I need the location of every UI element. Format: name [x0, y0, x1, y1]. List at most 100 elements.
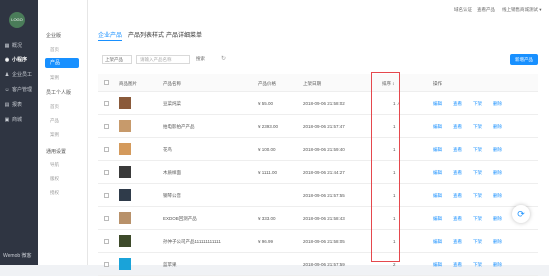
domain-verify-link[interactable]: 域名认证 [454, 7, 472, 13]
delete-button[interactable]: 删除 [493, 193, 502, 199]
staff-icon: ♟ [4, 71, 10, 78]
active-tab-indicator [98, 40, 122, 41]
edit-button[interactable]: 编辑 [433, 170, 442, 176]
sidebar-item-reports[interactable]: ▤ 报表 [4, 101, 22, 109]
product-name: EXDOB回测产品 [163, 216, 197, 221]
subnav-item-products[interactable]: 产品 [45, 58, 79, 68]
subnav-item-navigation[interactable]: 导航 [50, 162, 59, 168]
subnav-group-title: 企业版 [46, 33, 62, 39]
unshelve-button[interactable]: 下架 [473, 170, 482, 176]
view-button[interactable]: 查看 [453, 216, 462, 222]
row-checkbox[interactable] [104, 170, 109, 175]
sidebar-item-overview[interactable]: ▦ 概况 [4, 42, 22, 50]
product-price: ¥ 2393.00 [258, 124, 279, 129]
account-dropdown[interactable]: 线上销售商城测试 ▾ [502, 7, 542, 13]
row-checkbox[interactable] [104, 101, 109, 106]
column-header-name: 产品名称 [163, 81, 181, 86]
product-name: 拍电影拍产产品 [163, 124, 195, 129]
customer-service-float-button[interactable]: ⟳ [512, 205, 530, 223]
delete-button[interactable]: 删除 [493, 170, 502, 176]
search-input[interactable]: 请输入产品名称 [136, 55, 190, 64]
delete-button[interactable]: 删除 [493, 101, 502, 107]
view-button[interactable]: 查看 [453, 193, 462, 199]
subnav-item-cases[interactable]: 案例 [50, 75, 59, 81]
sidebar-item-label: 商城 [12, 117, 23, 123]
view-button[interactable]: 查看 [453, 170, 462, 176]
view-button[interactable]: 查看 [453, 124, 462, 130]
product-name: 蓝苹果 [163, 262, 177, 267]
edit-button[interactable]: 编辑 [433, 147, 442, 153]
delete-button[interactable]: 删除 [493, 216, 502, 222]
tab-product-detail-menu[interactable]: 产品详细菜单 [166, 30, 202, 39]
view-button[interactable]: 查看 [453, 147, 462, 153]
row-checkbox[interactable] [104, 239, 109, 244]
unshelve-button[interactable]: 下架 [473, 239, 482, 245]
customer-icon: ☺ [4, 86, 10, 93]
listing-date: 2018-09-06 21:59:40 [303, 147, 345, 152]
row-checkbox[interactable] [104, 124, 109, 129]
edit-button[interactable]: 编辑 [433, 216, 442, 222]
product-thumbnail [119, 120, 131, 132]
table-row: 木质样面 ¥ 1111.00 2018-09-06 21:44:27 1 编辑 查看 下架删… [98, 161, 538, 184]
status-select[interactable]: 上架产品 [102, 55, 132, 64]
listing-date: 2018-09-06 21:58:02 [303, 101, 345, 106]
product-name: 花鸟 [163, 147, 172, 152]
edit-button[interactable]: 编辑 [433, 193, 442, 199]
refresh-icon[interactable]: ↻ [221, 55, 226, 62]
product-name: 木质样面 [163, 170, 181, 175]
product-price: ¥ 1111.00 [258, 170, 278, 175]
sidebar-item-customers[interactable]: ☺ 客户管理 [4, 86, 33, 94]
table-row: 拍电影拍产产品 ¥ 2393.00 2018-09-06 21:57:47 1 编辑 查看… [98, 115, 538, 138]
add-product-button[interactable]: 新增产品 [510, 54, 538, 65]
product-thumbnail [119, 235, 131, 247]
data-icon: ▤ [4, 101, 10, 108]
edit-button[interactable]: 编辑 [433, 239, 442, 245]
subnav-item-home[interactable]: 首页 [50, 47, 59, 53]
view-products-link[interactable]: 查看产品 [477, 7, 495, 13]
select-all-checkbox[interactable] [104, 80, 109, 85]
sidebar-item-label: 小程序 [12, 57, 28, 63]
delete-button[interactable]: 删除 [493, 147, 502, 153]
edit-button[interactable]: 编辑 [433, 262, 442, 268]
delete-button[interactable]: 删除 [493, 262, 502, 268]
shop-icon: ▣ [4, 116, 10, 123]
subnav-item-copyright[interactable]: 版权 [50, 176, 59, 182]
row-checkbox[interactable] [104, 193, 109, 198]
table-row: 钢琴公音 2018-09-06 21:57:55 1 编辑 查看 下架 删除 [98, 184, 538, 207]
row-checkbox[interactable] [104, 216, 109, 221]
product-name: 孙仲子公司产品111111111111 [163, 239, 221, 244]
brand-footer: Wemob 微客 [3, 253, 32, 259]
edit-button[interactable]: 编辑 [433, 124, 442, 130]
view-button[interactable]: 查看 [453, 101, 462, 107]
subnav-item-home[interactable]: 首页 [50, 104, 59, 110]
delete-button[interactable]: 删除 [493, 124, 502, 130]
sidebar-item-miniprogram[interactable]: ◉ 小程序 [4, 56, 28, 64]
tab-enterprise-products[interactable]: 企业产品 [98, 30, 122, 39]
chart-icon: ▦ [4, 42, 10, 49]
search-button[interactable]: 搜索 [196, 56, 205, 62]
subnav-item-authorize[interactable]: 授权 [50, 190, 59, 196]
unshelve-button[interactable]: 下架 [473, 147, 482, 153]
sub-navigation: 企业版 首页 产品 案例 员工个人版 首页 产品 案例 通用设置 导航 版权 授… [38, 0, 88, 265]
view-button[interactable]: 查看 [453, 239, 462, 245]
unshelve-button[interactable]: 下架 [473, 124, 482, 130]
subnav-group-title: 员工个人版 [46, 90, 72, 96]
sidebar-item-staff[interactable]: ♟ 企业员工 [4, 71, 32, 79]
unshelve-button[interactable]: 下架 [473, 193, 482, 199]
view-button[interactable]: 查看 [453, 262, 462, 268]
edit-button[interactable]: 编辑 [433, 101, 442, 107]
unshelve-button[interactable]: 下架 [473, 262, 482, 268]
unshelve-button[interactable]: 下架 [473, 216, 482, 222]
subnav-group-title: 通用设置 [46, 149, 67, 155]
product-price: ¥ 100.00 [258, 147, 276, 152]
subnav-item-cases[interactable]: 案例 [50, 132, 59, 138]
top-bar: 域名认证 查看产品 线上销售商城测试 ▾ [88, 0, 549, 22]
subnav-item-products[interactable]: 产品 [50, 118, 59, 124]
row-checkbox[interactable] [104, 147, 109, 152]
delete-button[interactable]: 删除 [493, 239, 502, 245]
table-header: 商品图片 产品名称 产品价格 上架日期 排序 ↕ 操作 [98, 74, 538, 92]
tab-product-list-style[interactable]: 产品列表样式 [128, 30, 164, 39]
sidebar-item-label: 客户管理 [12, 87, 33, 93]
sidebar-item-shop[interactable]: ▣ 商城 [4, 116, 23, 124]
unshelve-button[interactable]: 下架 [473, 101, 482, 107]
